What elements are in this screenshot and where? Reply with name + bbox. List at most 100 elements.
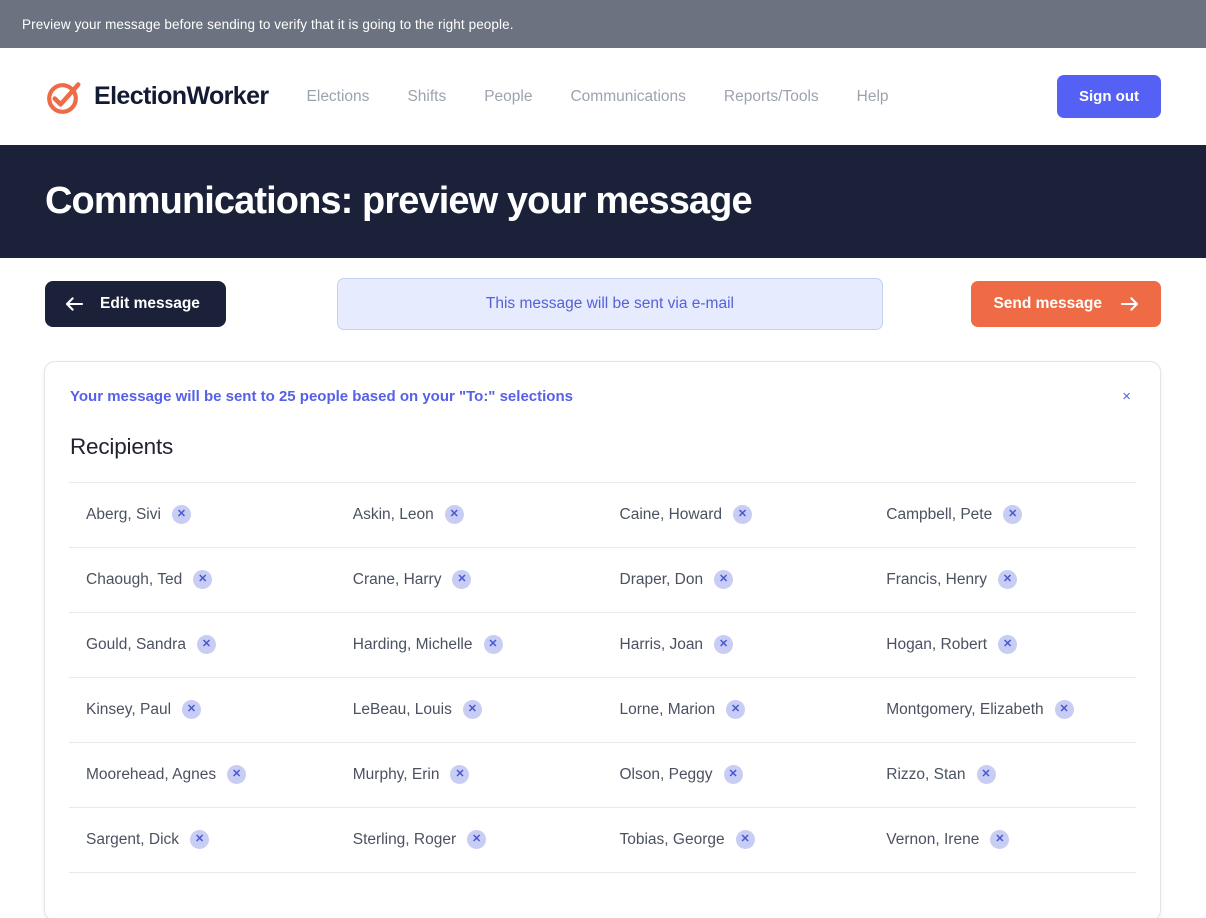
recipient-item: Kinsey, Paul ✕ (69, 678, 336, 742)
remove-recipient-icon[interactable]: ✕ (1003, 505, 1023, 524)
arrow-right-icon (1120, 297, 1139, 311)
remove-recipient-icon[interactable]: ✕ (190, 830, 210, 849)
recipient-item: Olson, Peggy ✕ (603, 743, 870, 807)
remove-recipient-icon[interactable]: ✕ (182, 700, 202, 719)
recipient-row: Sargent, Dick ✕ Sterling, Roger ✕ Tobias… (69, 807, 1136, 872)
remove-recipient-icon[interactable]: ✕ (467, 830, 487, 849)
recipient-name: Draper, Don (619, 570, 704, 588)
send-message-button[interactable]: Send message (971, 281, 1161, 327)
recipient-row: Kinsey, Paul ✕ LeBeau, Louis ✕ Lorne, Ma… (69, 677, 1136, 742)
remove-recipient-icon[interactable]: ✕ (998, 635, 1018, 654)
remove-recipient-icon[interactable]: ✕ (990, 830, 1010, 849)
recipient-item: Caine, Howard ✕ (603, 483, 870, 547)
recipient-name: Vernon, Irene (886, 830, 980, 848)
remove-recipient-icon[interactable]: ✕ (733, 505, 753, 524)
page-title: Communications: preview your message (45, 180, 753, 222)
recipient-name: Lorne, Marion (619, 700, 716, 718)
main-navbar: ElectionWorker Elections Shifts People C… (0, 48, 1206, 145)
page-header-banner: Communications: preview your message (0, 145, 1206, 258)
recipient-name: Askin, Leon (352, 505, 434, 523)
remove-recipient-icon[interactable]: ✕ (1054, 700, 1074, 719)
recipient-name: Crane, Harry (352, 570, 442, 588)
recipient-row: Moorehead, Agnes ✕ Murphy, Erin ✕ Olson,… (69, 742, 1136, 807)
remove-recipient-icon[interactable]: ✕ (193, 570, 213, 589)
recipient-item: Aberg, Sivi ✕ (69, 483, 336, 547)
remove-recipient-icon[interactable]: ✕ (227, 765, 247, 784)
recipient-item: Gould, Sandra ✕ (69, 613, 336, 677)
recipient-name: Sargent, Dick (86, 830, 180, 848)
recipient-item: Sargent, Dick ✕ (69, 808, 336, 872)
remove-recipient-icon[interactable]: ✕ (450, 765, 470, 784)
recipient-name: Francis, Henry (886, 570, 988, 588)
remove-recipient-icon[interactable]: ✕ (976, 765, 996, 784)
remove-recipient-icon[interactable]: ✕ (444, 505, 464, 524)
action-bar: Edit message This message will be sent v… (0, 258, 1206, 350)
recipient-row: Aberg, Sivi ✕ Askin, Leon ✕ Caine, Howar… (69, 482, 1136, 547)
recipient-item: Chaough, Ted ✕ (69, 548, 336, 612)
remove-recipient-icon[interactable]: ✕ (714, 570, 734, 589)
edit-message-button[interactable]: Edit message (45, 281, 226, 327)
recipient-name: Sterling, Roger (352, 830, 457, 848)
close-icon[interactable]: × (1118, 388, 1135, 405)
remove-recipient-icon[interactable]: ✕ (171, 505, 191, 524)
send-message-label: Send message (993, 295, 1102, 312)
recipient-name: Campbell, Pete (886, 505, 993, 523)
recipient-name: Harding, Michelle (352, 635, 473, 653)
recipients-alert: Your message will be sent to 25 people b… (69, 388, 1136, 405)
recipient-item: Montgomery, Elizabeth ✕ (869, 678, 1136, 742)
recipient-item: Vernon, Irene ✕ (869, 808, 1136, 872)
nav-item-help[interactable]: Help (857, 88, 889, 106)
recipients-heading: Recipients (70, 434, 174, 459)
nav-item-communications[interactable]: Communications (570, 88, 685, 106)
remove-recipient-icon[interactable]: ✕ (483, 635, 503, 654)
nav-item-shifts[interactable]: Shifts (407, 88, 446, 106)
remove-recipient-icon[interactable]: ✕ (714, 635, 734, 654)
primary-nav: Elections Shifts People Communications R… (307, 88, 889, 106)
recipients-grid: Aberg, Sivi ✕ Askin, Leon ✕ Caine, Howar… (69, 482, 1136, 895)
recipient-item: LeBeau, Louis ✕ (336, 678, 603, 742)
recipient-name: Chaough, Ted (86, 570, 183, 588)
remove-recipient-icon[interactable]: ✕ (723, 765, 743, 784)
sign-out-button[interactable]: Sign out (1057, 75, 1161, 118)
recipient-name: Olson, Peggy (619, 765, 713, 783)
recipient-name: Caine, Howard (619, 505, 723, 523)
recipients-card: Your message will be sent to 25 people b… (44, 361, 1161, 918)
recipient-item: Francis, Henry ✕ (869, 548, 1136, 612)
recipient-name: Murphy, Erin (352, 765, 440, 783)
nav-item-elections[interactable]: Elections (307, 88, 370, 106)
remove-recipient-icon[interactable]: ✕ (735, 830, 755, 849)
recipient-item: Hogan, Robert ✕ (869, 613, 1136, 677)
nav-item-people[interactable]: People (484, 88, 532, 106)
delivery-channel-note: This message will be sent via e-mail (336, 278, 883, 330)
recipient-name: Gould, Sandra (86, 635, 186, 653)
remove-recipient-icon[interactable]: ✕ (452, 570, 472, 589)
recipient-name: Rizzo, Stan (886, 765, 966, 783)
recipient-name: Montgomery, Elizabeth (886, 700, 1044, 718)
recipient-row: Chaough, Ted ✕ Crane, Harry ✕ Draper, Do… (69, 547, 1136, 612)
recipient-name: Harris, Joan (619, 635, 704, 653)
edit-message-label: Edit message (100, 295, 200, 312)
brand-name: ElectionWorker (94, 82, 269, 110)
remove-recipient-icon[interactable]: ✕ (726, 700, 746, 719)
recipient-item: Campbell, Pete ✕ (869, 483, 1136, 547)
recipient-name: Moorehead, Agnes (86, 765, 217, 783)
remove-recipient-icon[interactable]: ✕ (196, 635, 216, 654)
remove-recipient-icon[interactable]: ✕ (462, 700, 482, 719)
recipient-item: Draper, Don ✕ (603, 548, 870, 612)
recipient-name: Kinsey, Paul (86, 700, 172, 718)
recipient-item: Crane, Harry ✕ (336, 548, 603, 612)
recipient-row: Gould, Sandra ✕ Harding, Michelle ✕ Harr… (69, 612, 1136, 677)
nav-item-reports-tools[interactable]: Reports/Tools (724, 88, 819, 106)
remove-recipient-icon[interactable]: ✕ (998, 570, 1018, 589)
preview-notice-bar: Preview your message before sending to v… (0, 0, 1206, 48)
check-circle-logo-icon (45, 78, 83, 116)
recipient-item: Tobias, George ✕ (603, 808, 870, 872)
recipient-item: Harding, Michelle ✕ (336, 613, 603, 677)
recipient-name: LeBeau, Louis (352, 700, 452, 718)
recipient-item: Askin, Leon ✕ (336, 483, 603, 547)
brand-logo[interactable]: ElectionWorker (45, 78, 269, 116)
recipient-item: Lorne, Marion ✕ (603, 678, 870, 742)
recipient-item-partial (69, 873, 336, 895)
arrow-left-icon (65, 297, 84, 311)
recipient-name: Aberg, Sivi (86, 505, 161, 523)
